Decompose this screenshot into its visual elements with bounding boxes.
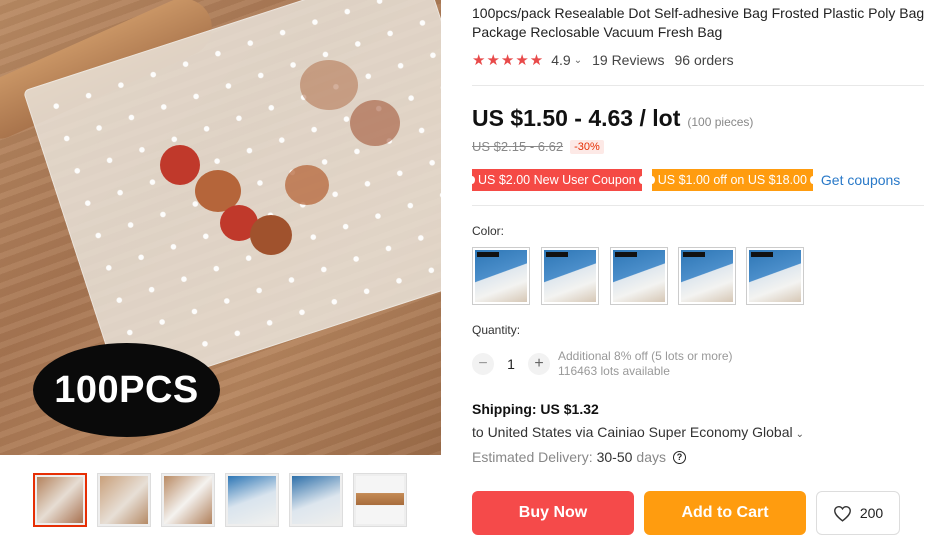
star-icon: ★★★★★ <box>472 52 545 69</box>
store-coupon[interactable]: US $1.00 off on US $18.00 <box>648 169 817 191</box>
buy-now-button[interactable]: Buy Now <box>472 491 634 535</box>
divider <box>472 205 924 206</box>
wishlist-button[interactable]: 200 <box>816 491 900 535</box>
question-circle-icon[interactable]: ? <box>672 450 686 464</box>
stock-available-text: 116463 lots available <box>558 364 670 378</box>
bulk-discount-text: Additional 8% off (5 lots or more) <box>558 349 733 363</box>
quantity-info: Additional 8% off (5 lots or more) 11646… <box>558 349 733 379</box>
product-title: 100pcs/pack Resealable Dot Self-adhesive… <box>472 5 925 40</box>
thumbnail-2[interactable] <box>97 473 151 527</box>
rating-score[interactable]: 4.9 <box>551 52 570 68</box>
shipping-method[interactable]: to United States via Cainiao Super Econo… <box>472 424 804 440</box>
thumbnail-6[interactable] <box>353 473 407 527</box>
increase-button[interactable]: + <box>528 353 550 375</box>
rating-row: ★★★★★ 4.9 ⌄ 19 Reviews 96 orders <box>472 51 734 69</box>
eta-label: Estimated Delivery: <box>472 449 593 465</box>
reviews-link[interactable]: 19 Reviews <box>592 52 664 68</box>
lot-size: (100 pieces) <box>687 115 754 129</box>
wishlist-count: 200 <box>859 505 884 521</box>
coupons-row: US $2.00 New User Coupon US $1.00 off on… <box>469 169 900 191</box>
quantity-input[interactable]: 1 <box>494 356 528 372</box>
discount-badge: -30% <box>570 139 604 154</box>
color-option-5[interactable] <box>746 247 804 305</box>
new-user-coupon[interactable]: US $2.00 New User Coupon <box>469 169 645 191</box>
price-block: US $1.50 - 4.63 / lot (100 pieces) <box>472 105 753 132</box>
estimated-delivery: Estimated Delivery: 30-50 days ? <box>472 449 686 465</box>
get-coupons-link[interactable]: Get coupons <box>821 172 900 188</box>
thumbnail-4[interactable] <box>225 473 279 527</box>
price-range: US $1.50 - 4.63 / lot <box>472 105 681 131</box>
divider <box>472 85 924 86</box>
decrease-button[interactable]: − <box>472 353 494 375</box>
original-price-row: US $2.15 - 6.62 -30% <box>472 139 604 154</box>
heart-icon <box>833 505 851 522</box>
original-price: US $2.15 - 6.62 <box>472 139 564 154</box>
orders-count: 96 orders <box>674 52 734 68</box>
chevron-down-icon[interactable]: ⌄ <box>796 429 804 440</box>
color-label: Color: <box>472 224 505 238</box>
dried-fruit <box>350 100 400 146</box>
eta-days: 30-50 <box>596 449 633 465</box>
quantity-label: Quantity: <box>472 323 521 337</box>
color-option-4[interactable] <box>678 247 736 305</box>
add-to-cart-button[interactable]: Add to Cart <box>644 491 806 535</box>
thumbnail-5[interactable] <box>289 473 343 527</box>
shipping-cost: Shipping: US $1.32 <box>472 401 599 417</box>
dried-fruit <box>300 60 358 110</box>
main-product-image[interactable]: 100PCS <box>0 0 441 455</box>
dried-fruit <box>250 215 292 255</box>
quantity-stepper: − 1 + <box>472 352 550 376</box>
quantity-badge: 100PCS <box>33 343 220 437</box>
eta-unit: days <box>636 449 666 465</box>
color-option-2[interactable] <box>541 247 599 305</box>
thumbnail-3[interactable] <box>161 473 215 527</box>
color-option-3[interactable] <box>610 247 668 305</box>
chevron-down-icon[interactable]: ⌄ <box>574 55 582 66</box>
shipping-destination[interactable]: to United States via Cainiao Super Econo… <box>472 424 793 440</box>
dried-fruit <box>160 145 200 185</box>
dried-fruit <box>285 165 329 205</box>
color-option-1[interactable] <box>472 247 530 305</box>
thumbnail-1[interactable] <box>33 473 87 527</box>
